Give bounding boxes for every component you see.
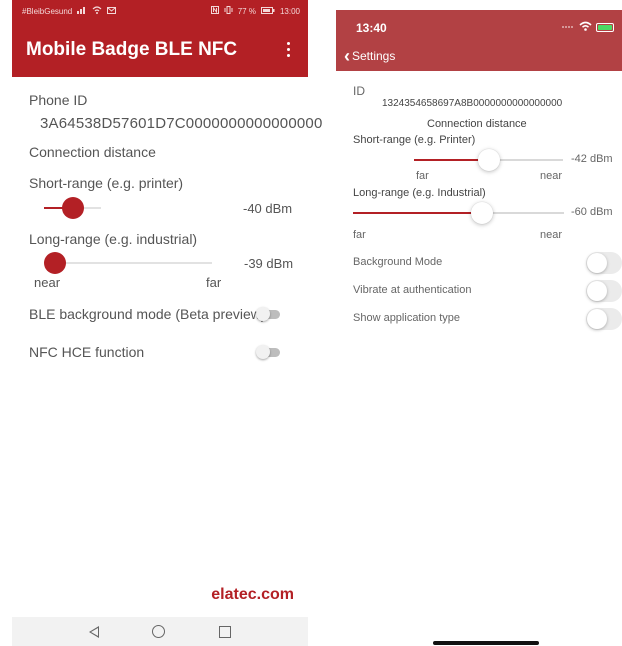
mail-icon — [107, 6, 117, 16]
long-range-slider[interactable] — [353, 202, 564, 224]
short-range-value: -42 dBm — [571, 153, 613, 165]
id-value: 1324354658697A8B0000000000000000 — [382, 98, 563, 109]
ios-status-time: 13:40 — [356, 21, 387, 35]
short-range-slider-thumb[interactable] — [477, 149, 500, 171]
connection-distance-label: Connection distance — [29, 144, 156, 160]
ble-background-toggle[interactable] — [256, 307, 282, 321]
vibrate-label: Vibrate at authentication — [353, 284, 472, 296]
connection-distance-label: Connection distance — [427, 118, 527, 130]
long-range-max-label: near — [540, 229, 563, 241]
long-range-label: Long-range (e.g. Industrial) — [353, 187, 486, 199]
short-range-label: Short-range (e.g. printer) — [29, 175, 184, 191]
short-range-slider[interactable] — [414, 149, 563, 171]
short-range-label: Short-range (e.g. Printer) — [353, 134, 476, 146]
home-indicator — [433, 641, 539, 645]
short-range-slider-thumb[interactable] — [61, 197, 84, 219]
long-range-value: -39 dBm — [244, 256, 294, 271]
android-status-bar: #BleibGesund 77 % 13:00 — [12, 0, 308, 22]
status-hashtag: #BleibGesund — [22, 6, 73, 16]
ios-screen: 13:40 ‹ Settings ID 1324354658697A8B0000… — [336, 10, 622, 646]
long-range-slider-thumb[interactable] — [44, 252, 66, 274]
long-range-slider-thumb[interactable] — [470, 202, 493, 224]
ble-background-label: BLE background mode (Beta preview) — [29, 306, 266, 322]
chevron-left-icon: ‹ — [344, 46, 350, 66]
nfc-hce-toggle[interactable] — [256, 345, 282, 359]
long-range-min-label: far — [353, 229, 366, 241]
android-screen: #BleibGesund 77 % 13:00 Mobile Badge BLE… — [12, 0, 322, 646]
home-nav-icon[interactable] — [152, 625, 166, 638]
battery-percent: 77 % — [237, 6, 256, 16]
nfc-icon — [210, 6, 219, 16]
more-options-icon[interactable] — [280, 38, 296, 62]
android-nav-bar — [12, 617, 308, 646]
show-app-type-label: Show application type — [353, 312, 461, 324]
battery-icon — [260, 6, 275, 16]
elatec-link[interactable]: elatec.com — [12, 586, 308, 604]
phone-id-value: 3A64538D57601D7C0000000000000000 — [40, 115, 323, 132]
ios-header: 13:40 ‹ Settings — [336, 10, 622, 71]
back-label: Settings — [352, 49, 396, 63]
background-mode-toggle[interactable] — [586, 252, 622, 274]
id-label: ID — [353, 84, 365, 98]
status-time: 13:00 — [279, 6, 300, 16]
long-range-value: -60 dBm — [571, 206, 613, 218]
app-title: Mobile Badge BLE NFC — [26, 38, 238, 60]
long-range-slider-fill — [353, 212, 482, 214]
show-app-type-toggle[interactable] — [586, 308, 622, 330]
short-range-min-label: far — [416, 170, 429, 182]
background-mode-label: Background Mode — [353, 256, 443, 268]
long-range-min-label: near — [34, 275, 61, 290]
long-range-slider[interactable] — [44, 252, 212, 274]
short-range-slider[interactable] — [44, 197, 101, 219]
battery-icon — [596, 23, 614, 32]
long-range-label: Long-range (e.g. industrial) — [29, 231, 198, 247]
ios-status-icons — [561, 21, 614, 34]
long-range-max-label: far — [206, 275, 222, 290]
back-nav-icon[interactable] — [88, 625, 99, 638]
wifi-icon — [92, 6, 102, 16]
nfc-hce-label: NFC HCE function — [29, 344, 145, 360]
recents-nav-icon[interactable] — [219, 625, 232, 638]
vibrate-icon — [224, 6, 233, 16]
app-bar: Mobile Badge BLE NFC — [12, 22, 308, 77]
phone-id-label: Phone ID — [29, 92, 88, 108]
wifi-icon — [579, 21, 592, 34]
short-range-max-label: near — [540, 170, 563, 182]
short-range-value: -40 dBm — [243, 201, 293, 216]
cellular-icon — [561, 22, 575, 33]
settings-back-button[interactable]: ‹ Settings — [344, 46, 396, 66]
signal-icon — [77, 6, 87, 16]
vibrate-toggle[interactable] — [586, 280, 622, 302]
